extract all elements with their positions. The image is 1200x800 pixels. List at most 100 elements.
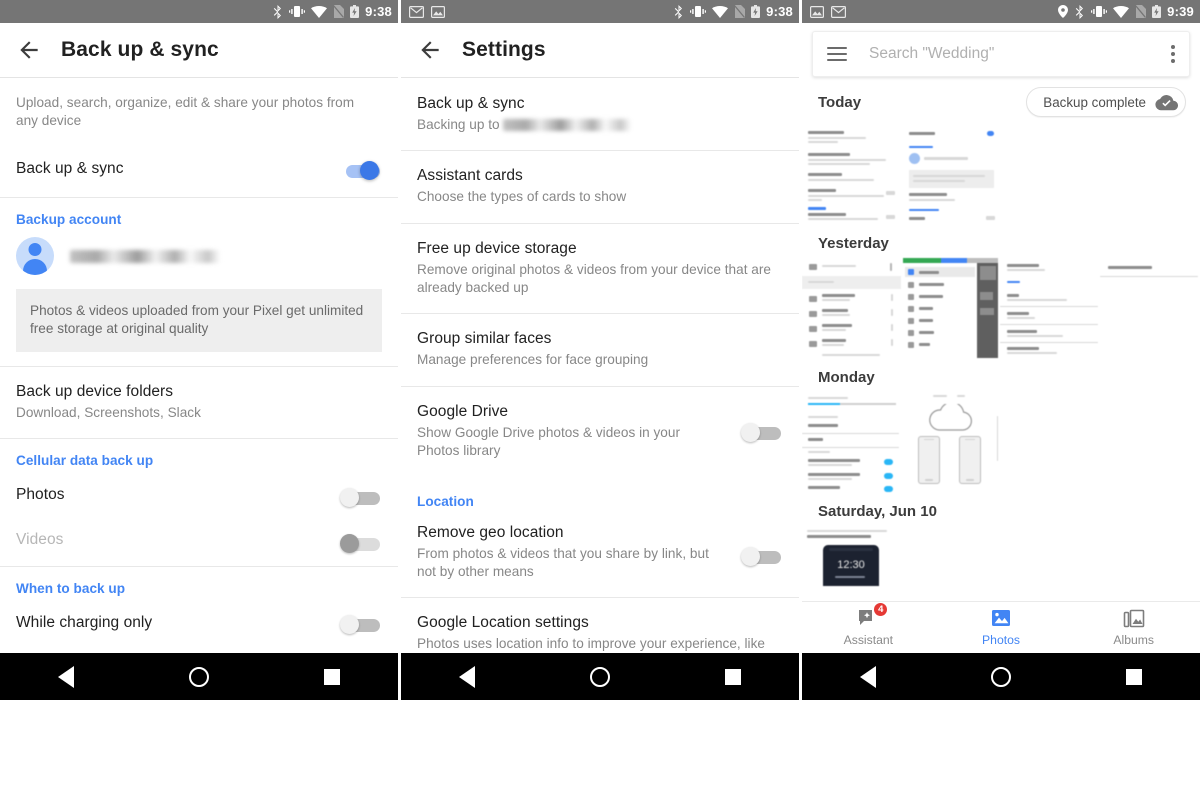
- row-label: Remove geo location: [417, 524, 564, 541]
- row-sublabel: Download, Screenshots, Slack: [16, 405, 201, 420]
- row-label: While charging only: [16, 614, 153, 631]
- nav-recents-icon[interactable]: [725, 668, 742, 685]
- photo-thumbnail[interactable]: 12:30: [802, 526, 897, 586]
- backup-account-row[interactable]: [0, 233, 398, 287]
- photos-icon: [990, 609, 1012, 629]
- nav-home-icon[interactable]: [589, 666, 610, 687]
- photo-thumbnail[interactable]: [802, 123, 1000, 223]
- image-icon: [810, 5, 824, 18]
- albums-icon: [1123, 609, 1145, 629]
- phone-panel-photos: 9:39 Search "Wedding" Today Backup compl…: [802, 0, 1200, 700]
- bottom-tab-bar: 4 Assistant Photos Albums: [802, 601, 1200, 653]
- row-back-up-and-sync[interactable]: Back up & sync Backing up to: [401, 78, 799, 150]
- nav-back-icon[interactable]: [859, 665, 876, 688]
- toggle-google-drive[interactable]: [739, 422, 783, 442]
- tab-photos[interactable]: Photos: [935, 609, 1068, 647]
- image-icon: [431, 5, 445, 18]
- row-group-similar-faces[interactable]: Group similar faces Manage preferences f…: [401, 314, 799, 386]
- row-assistant-cards[interactable]: Assistant cards Choose the types of card…: [401, 151, 799, 223]
- status-badge-label: Backup complete: [1043, 94, 1146, 110]
- status-time: 9:38: [766, 4, 793, 19]
- day-header-saturday: Saturday, Jun 10: [802, 492, 1200, 526]
- vibrate-icon: [1091, 6, 1108, 17]
- nav-home-icon[interactable]: [188, 666, 209, 687]
- kebab-icon[interactable]: [1171, 42, 1175, 66]
- photo-thumbnail[interactable]: [1100, 258, 1198, 358]
- search-input[interactable]: Search "Wedding": [869, 45, 1171, 63]
- bluetooth-icon: [674, 4, 683, 19]
- status-bar-right: 9:39: [802, 0, 1200, 23]
- assistant-icon: 4: [857, 601, 889, 629]
- nav-back-icon[interactable]: [57, 665, 74, 688]
- unlimited-storage-notice: Photos & videos uploaded from your Pixel…: [16, 289, 382, 352]
- tab-label: Photos: [982, 632, 1020, 647]
- page-title: Back up & sync: [61, 38, 219, 61]
- toggle-remove-geo-location[interactable]: [739, 546, 783, 566]
- tab-assistant[interactable]: 4 Assistant: [802, 601, 935, 647]
- row-free-up-device-storage[interactable]: Free up device storage Remove original p…: [401, 224, 799, 313]
- photo-row-monday: [802, 392, 1200, 492]
- day-label: Monday: [818, 369, 875, 386]
- row-cellular-photos[interactable]: Photos: [0, 474, 398, 519]
- status-time: 9:38: [365, 4, 392, 19]
- nav-home-icon[interactable]: [990, 666, 1011, 687]
- row-sublabel: Backing up to: [417, 116, 722, 134]
- photo-thumbnail[interactable]: [901, 392, 1001, 492]
- email-icon: [409, 5, 424, 18]
- row-label: Google Location settings: [417, 614, 589, 631]
- row-label: Back up & sync: [417, 95, 525, 112]
- phone-panel-backup-and-sync: 9:38 Back up & sync Upload, search, orga…: [0, 0, 398, 700]
- nav-recents-icon[interactable]: [1126, 668, 1143, 685]
- row-back-up-device-folders[interactable]: Back up device folders Download, Screens…: [0, 367, 398, 438]
- row-label: Photos: [16, 486, 65, 503]
- location-icon: [1058, 5, 1069, 18]
- vibrate-icon: [289, 6, 306, 17]
- photo-thumbnail[interactable]: [802, 258, 901, 358]
- row-back-up-and-sync[interactable]: Back up & sync: [0, 143, 398, 197]
- toggle-back-up-and-sync[interactable]: [338, 160, 382, 180]
- section-when-to-back-up: When to back up: [16, 581, 126, 596]
- day-label: Today: [818, 93, 862, 111]
- cloud-check-icon: [1155, 94, 1178, 110]
- wifi-icon: [311, 5, 328, 18]
- tab-label: Assistant: [843, 632, 894, 647]
- bluetooth-icon: [1075, 4, 1084, 19]
- hamburger-icon[interactable]: [827, 44, 847, 65]
- photo-thumbnail[interactable]: [802, 392, 899, 492]
- avatar: [16, 237, 54, 275]
- row-while-charging-only[interactable]: While charging only: [0, 602, 398, 646]
- app-bar-left: Back up & sync: [0, 23, 398, 78]
- row-google-drive[interactable]: Google Drive Show Google Drive photos & …: [401, 387, 799, 476]
- android-nav-bar-left: [0, 653, 398, 700]
- back-arrow-icon[interactable]: [16, 37, 42, 63]
- page-title: Settings: [462, 38, 546, 61]
- row-sublabel: Show Google Drive photos & videos in you…: [417, 425, 681, 458]
- redacted-email: [70, 249, 220, 263]
- tab-label: Albums: [1113, 632, 1154, 647]
- toggle-cellular-photos[interactable]: [338, 487, 382, 507]
- nav-recents-icon[interactable]: [324, 668, 341, 685]
- tab-albums[interactable]: Albums: [1067, 609, 1200, 647]
- row-label: Google Drive: [417, 403, 509, 420]
- photo-thumbnail[interactable]: [1000, 258, 1098, 358]
- row-sublabel-prefix: Backing up to: [417, 117, 504, 132]
- toggle-while-charging-only[interactable]: [338, 614, 382, 634]
- photo-thumbnail[interactable]: [903, 258, 998, 358]
- wifi-icon: [712, 5, 729, 18]
- status-badge-backup-complete[interactable]: Backup complete: [1026, 87, 1186, 117]
- bluetooth-icon: [273, 4, 282, 19]
- vibrate-icon: [690, 6, 707, 17]
- row-cellular-videos: Videos: [0, 519, 398, 566]
- back-arrow-icon[interactable]: [417, 37, 443, 63]
- row-label: Back up device folders: [16, 383, 174, 400]
- row-remove-geo-location[interactable]: Remove geo location From photos & videos…: [401, 515, 799, 597]
- nav-back-icon[interactable]: [458, 665, 475, 688]
- photo-row-saturday: 12:30: [802, 526, 1200, 586]
- email-icon: [831, 5, 846, 18]
- settings-scroll-middle: Back up & sync Backing up to Assistant c…: [401, 78, 799, 684]
- battery-icon: [751, 5, 761, 18]
- search-bar[interactable]: Search "Wedding": [812, 31, 1190, 77]
- row-sublabel: Manage preferences for face grouping: [417, 352, 649, 367]
- app-bar-middle: Settings: [401, 23, 799, 78]
- phone-panel-settings: 9:38 Settings Back up & sync Backing up …: [401, 0, 799, 700]
